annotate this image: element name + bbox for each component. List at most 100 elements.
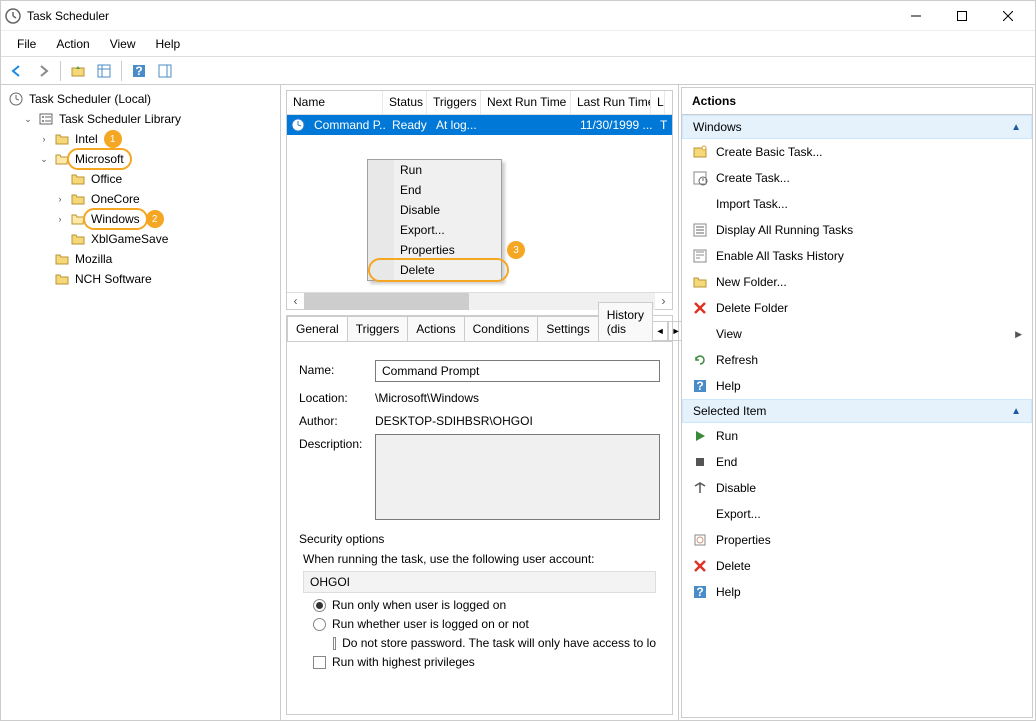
action-run[interactable]: Run	[682, 423, 1032, 449]
task-icon	[291, 118, 305, 132]
tree-item-microsoft[interactable]: ⌄ Microsoft	[5, 149, 276, 169]
tab-triggers[interactable]: Triggers	[347, 316, 409, 341]
tab-actions[interactable]: Actions	[407, 316, 464, 341]
badge-2: 2	[146, 210, 164, 228]
tree-panel: Task Scheduler (Local) ⌄ Task Scheduler …	[1, 85, 281, 720]
action-enable-history[interactable]: Enable All Tasks History	[682, 243, 1032, 269]
close-button[interactable]	[985, 1, 1031, 31]
action-export[interactable]: Export...	[682, 501, 1032, 527]
stop-icon	[692, 454, 708, 470]
tree-toggle[interactable]: ⌄	[21, 114, 35, 125]
toolbar-views[interactable]	[92, 59, 116, 83]
tree-toggle[interactable]: ⌄	[37, 154, 51, 165]
tree-item-windows[interactable]: › Windows 2	[5, 209, 276, 229]
menu-action[interactable]: Action	[46, 33, 99, 55]
action-end[interactable]: End	[682, 449, 1032, 475]
name-field[interactable]	[375, 360, 660, 382]
context-disable[interactable]: Disable	[368, 200, 501, 220]
action-refresh[interactable]: Refresh	[682, 347, 1032, 373]
col-status[interactable]: Status	[383, 91, 427, 114]
tab-scroll-left[interactable]: ◄	[652, 321, 668, 341]
action-create-task[interactable]: Create Task...	[682, 165, 1032, 191]
minimize-button[interactable]	[893, 1, 939, 31]
actions-section-selected[interactable]: Selected Item▲	[682, 399, 1032, 423]
tab-settings[interactable]: Settings	[537, 316, 598, 341]
check-highest-priv[interactable]: Run with highest privileges	[313, 655, 656, 669]
action-help[interactable]: ?Help	[682, 373, 1032, 399]
radio-logged-on[interactable]: Run only when user is logged on	[313, 598, 656, 612]
context-run[interactable]: Run	[368, 160, 501, 180]
library-icon	[38, 111, 54, 127]
tab-conditions[interactable]: Conditions	[464, 316, 539, 341]
nav-back-button[interactable]	[5, 59, 29, 83]
task-l-cell: T	[654, 117, 668, 133]
scroll-right[interactable]: ›	[655, 293, 672, 310]
properties-icon	[692, 532, 708, 548]
menu-view[interactable]: View	[100, 33, 146, 55]
nav-forward-button[interactable]	[31, 59, 55, 83]
menu-file[interactable]: File	[7, 33, 46, 55]
folder-icon	[54, 271, 70, 287]
scroll-left[interactable]: ‹	[287, 293, 304, 310]
task-next-cell	[484, 124, 574, 126]
tree-toggle[interactable]: ›	[53, 194, 67, 204]
toolbar-folder-up[interactable]	[66, 59, 90, 83]
action-display-running[interactable]: Display All Running Tasks	[682, 217, 1032, 243]
action-delete[interactable]: Delete	[682, 553, 1032, 579]
tree-item-office[interactable]: Office	[5, 169, 276, 189]
folder-icon	[54, 131, 70, 147]
context-export[interactable]: Export...	[368, 220, 501, 240]
tree-root[interactable]: Task Scheduler (Local)	[5, 89, 276, 109]
description-field[interactable]	[375, 434, 660, 520]
tree-label: Intel	[73, 131, 100, 147]
tab-general[interactable]: General	[287, 316, 348, 341]
tree-item-intel[interactable]: › Intel 1	[5, 129, 276, 149]
tree-library[interactable]: ⌄ Task Scheduler Library	[5, 109, 276, 129]
tree-toggle[interactable]: ›	[53, 214, 67, 224]
badge-1: 1	[104, 130, 122, 148]
title-bar: Task Scheduler	[1, 1, 1035, 31]
actions-section-windows[interactable]: Windows▲	[682, 115, 1032, 139]
folder-icon	[70, 171, 86, 187]
col-name[interactable]: Name	[287, 91, 383, 114]
checkbox-icon	[333, 637, 336, 650]
location-value: \Microsoft\Windows	[375, 388, 479, 405]
tree-item-onecore[interactable]: › OneCore	[5, 189, 276, 209]
badge-3: 3	[507, 241, 525, 259]
menu-bar: File Action View Help	[1, 31, 1035, 57]
action-delete-folder[interactable]: Delete Folder	[682, 295, 1032, 321]
action-create-basic[interactable]: Create Basic Task...	[682, 139, 1032, 165]
col-lastresult[interactable]: L	[651, 91, 665, 114]
col-triggers[interactable]: Triggers	[427, 91, 481, 114]
menu-help[interactable]: Help	[146, 33, 191, 55]
tree-item-mozilla[interactable]: Mozilla	[5, 249, 276, 269]
context-delete[interactable]: Delete	[368, 260, 501, 280]
maximize-button[interactable]	[939, 1, 985, 31]
check-no-password[interactable]: Do not store password. The task will onl…	[333, 636, 656, 650]
tree-item-xbl[interactable]: XblGameSave	[5, 229, 276, 249]
scroll-thumb[interactable]	[304, 293, 469, 310]
tree-item-nch[interactable]: NCH Software	[5, 269, 276, 289]
context-end[interactable]: End	[368, 180, 501, 200]
security-options-group: When running the task, use the following…	[299, 552, 660, 669]
tab-history[interactable]: History (dis	[598, 302, 653, 341]
radio-whether[interactable]: Run whether user is logged on or not	[313, 617, 656, 631]
context-properties[interactable]: Properties 3	[368, 240, 501, 260]
action-view[interactable]: View▶	[682, 321, 1032, 347]
name-label: Name:	[299, 360, 375, 377]
run-icon	[692, 428, 708, 444]
col-next[interactable]: Next Run Time	[481, 91, 571, 114]
delete-icon	[692, 300, 708, 316]
action-new-folder[interactable]: New Folder...	[682, 269, 1032, 295]
collapse-icon: ▲	[1011, 122, 1021, 133]
action-disable[interactable]: Disable	[682, 475, 1032, 501]
action-properties[interactable]: Properties	[682, 527, 1032, 553]
tree-toggle[interactable]: ›	[37, 134, 51, 144]
toolbar-panel[interactable]	[153, 59, 177, 83]
main-content: Task Scheduler (Local) ⌄ Task Scheduler …	[1, 85, 1035, 720]
task-row[interactable]: Command P... Ready At log... 11/30/1999 …	[287, 115, 672, 135]
toolbar-help[interactable]: ?	[127, 59, 151, 83]
col-last[interactable]: Last Run Time	[571, 91, 651, 114]
action-import[interactable]: Import Task...	[682, 191, 1032, 217]
action-help-2[interactable]: ?Help	[682, 579, 1032, 605]
